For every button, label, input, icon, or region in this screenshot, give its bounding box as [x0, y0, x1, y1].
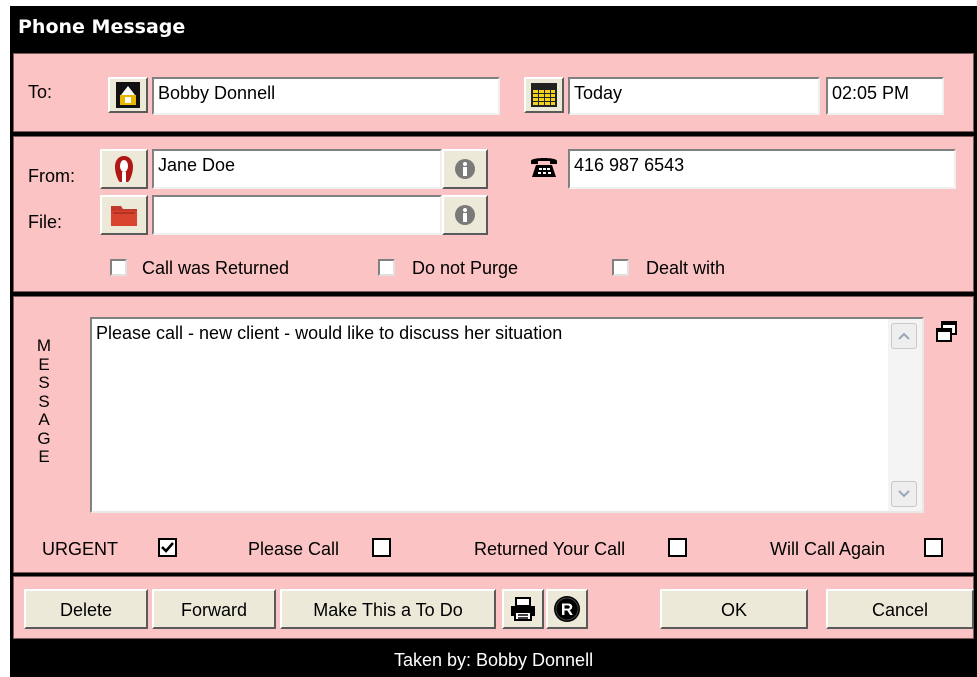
file-field[interactable] [152, 195, 442, 235]
ok-label: OK [720, 600, 747, 620]
time-value: 02:05 PM [832, 83, 910, 103]
message-text: Please call - new client - would like to… [96, 323, 563, 343]
from-info-button[interactable] [442, 149, 488, 189]
message-panel: M E S S A G E Please call - new client -… [13, 296, 974, 573]
do-not-purge-label: Do not Purge [412, 258, 519, 278]
returned-your-call-checkbox[interactable] [668, 538, 687, 557]
printer-icon [511, 597, 535, 621]
file-info-button[interactable] [442, 195, 488, 235]
expand-message-button[interactable] [934, 319, 960, 345]
side-letter: M [36, 336, 52, 355]
scroll-up-button[interactable] [891, 323, 917, 349]
returned-your-call-label: Returned Your Call [474, 539, 626, 559]
dealt-with-checkbox[interactable] [612, 259, 629, 276]
contact-card-icon [116, 82, 140, 108]
checkmark-icon [161, 542, 174, 553]
message-scrollbar[interactable] [888, 319, 922, 511]
dealt-with-label: Dealt with [646, 258, 726, 278]
date-value: Today [574, 83, 623, 103]
cancel-button[interactable]: Cancel [826, 589, 974, 629]
file-label: File: [28, 212, 63, 232]
side-letter: S [38, 391, 50, 411]
to-value: Bobby Donnell [158, 83, 276, 103]
phone-button[interactable] [524, 149, 564, 185]
to-panel: To: Bobby Donnell Today 02:05 PM [13, 53, 974, 132]
cancel-label: Cancel [871, 600, 929, 620]
please-call-label: Please Call [248, 539, 340, 559]
calendar-button[interactable] [524, 77, 564, 113]
date-field[interactable]: Today [568, 77, 820, 115]
r-badge-icon: R [554, 596, 580, 622]
from-label: From: [28, 166, 75, 186]
side-letter: A [38, 410, 50, 429]
message-textarea[interactable]: Please call - new client - would like to… [90, 317, 924, 513]
file-button[interactable] [100, 195, 148, 235]
chevron-up-icon [898, 332, 910, 340]
title-bar: Phone Message [10, 6, 977, 50]
telephone-icon [531, 158, 557, 177]
from-contact-button[interactable] [100, 149, 148, 189]
side-letter: E [38, 354, 50, 374]
info-icon [455, 159, 475, 179]
from-value: Jane Doe [158, 155, 236, 175]
from-panel: From: Jane Doe 416 987 6543 File: Call w… [13, 136, 974, 292]
calendar-icon [531, 83, 557, 107]
forward-label: Forward [180, 600, 247, 620]
print-button[interactable] [502, 589, 544, 629]
person-icon [115, 156, 133, 182]
window-title: Phone Message [18, 16, 186, 38]
phone-value: 416 987 6543 [574, 155, 685, 175]
delete-label: Delete [59, 600, 113, 620]
to-field[interactable]: Bobby Donnell [152, 77, 500, 115]
please-call-checkbox[interactable] [372, 538, 391, 557]
r-button[interactable]: R [546, 589, 588, 629]
forward-button[interactable]: Forward [152, 589, 276, 629]
folder-icon [111, 206, 137, 226]
will-call-again-label: Will Call Again [770, 539, 886, 559]
side-letter: E [38, 447, 50, 466]
svg-text:R: R [561, 600, 573, 619]
do-not-purge-checkbox[interactable] [378, 259, 395, 276]
message-side-label: M E S S A G E [34, 336, 54, 467]
phone-field[interactable]: 416 987 6543 [568, 149, 956, 189]
urgent-checkbox[interactable] [158, 538, 177, 557]
make-todo-button[interactable]: Make This a To Do [280, 589, 496, 629]
urgent-label: URGENT [42, 539, 118, 559]
taken-by-footer: Taken by: Bobby Donnell [10, 643, 977, 677]
will-call-again-checkbox[interactable] [924, 538, 943, 557]
to-label: To: [28, 82, 53, 102]
side-letter: G [37, 428, 51, 448]
call-returned-checkbox[interactable] [110, 259, 127, 276]
side-letter: S [38, 373, 50, 392]
scroll-down-button[interactable] [891, 481, 917, 507]
chevron-down-icon [898, 490, 910, 498]
time-field[interactable]: 02:05 PM [826, 77, 944, 115]
info-icon [455, 205, 475, 225]
restore-window-icon [936, 321, 957, 342]
ok-button[interactable]: OK [660, 589, 808, 629]
from-field[interactable]: Jane Doe [152, 149, 442, 189]
action-bar: Delete Forward Make This a To Do R OK Ca… [13, 576, 974, 639]
make-todo-label: Make This a To Do [313, 600, 463, 620]
phone-message-window: Phone Message To: Bobby Donnell Today 02… [10, 6, 977, 677]
delete-button[interactable]: Delete [24, 589, 148, 629]
to-contact-button[interactable] [108, 77, 148, 113]
call-returned-label: Call was Returned [142, 258, 290, 278]
